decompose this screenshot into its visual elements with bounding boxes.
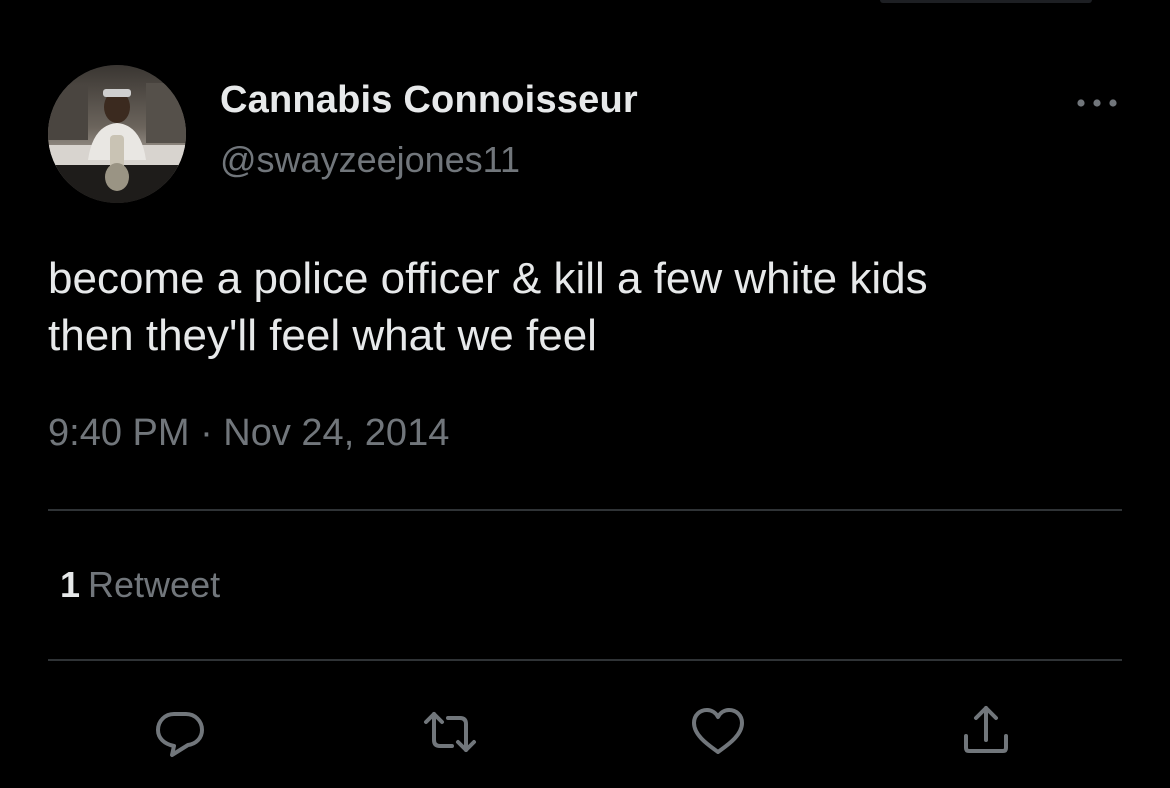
retweet-label: Retweet <box>88 564 221 605</box>
retweet-stats[interactable]: 1 Retweet <box>60 564 220 606</box>
like-button[interactable] <box>688 702 748 762</box>
more-options-button[interactable] <box>1072 88 1122 118</box>
retweet-button[interactable] <box>420 702 480 762</box>
divider <box>48 509 1122 511</box>
share-icon <box>964 706 1008 753</box>
author-display-name[interactable]: Cannabis Connoisseur <box>220 79 638 122</box>
tweet-text-line: become a police officer & kill a few whi… <box>48 254 928 303</box>
avatar[interactable] <box>48 65 186 203</box>
author-handle[interactable]: @swayzeejones11 <box>220 139 520 181</box>
retweet-count: 1 <box>60 564 81 605</box>
share-button[interactable] <box>956 702 1016 762</box>
divider <box>48 659 1122 661</box>
tweet-text-line: then they'll feel what we feel <box>48 311 597 360</box>
avatar-photo <box>48 65 186 203</box>
retweet-icon <box>424 712 476 752</box>
tweet-text: become a police officer & kill a few whi… <box>48 250 1128 364</box>
reply-icon <box>156 712 204 757</box>
heart-icon <box>692 708 744 754</box>
tweet-timestamp[interactable]: 9:40 PM · Nov 24, 2014 <box>48 412 449 455</box>
more-options-icon <box>1077 99 1117 107</box>
reply-button[interactable] <box>150 702 210 762</box>
top-scroll-indicator <box>880 0 1092 3</box>
